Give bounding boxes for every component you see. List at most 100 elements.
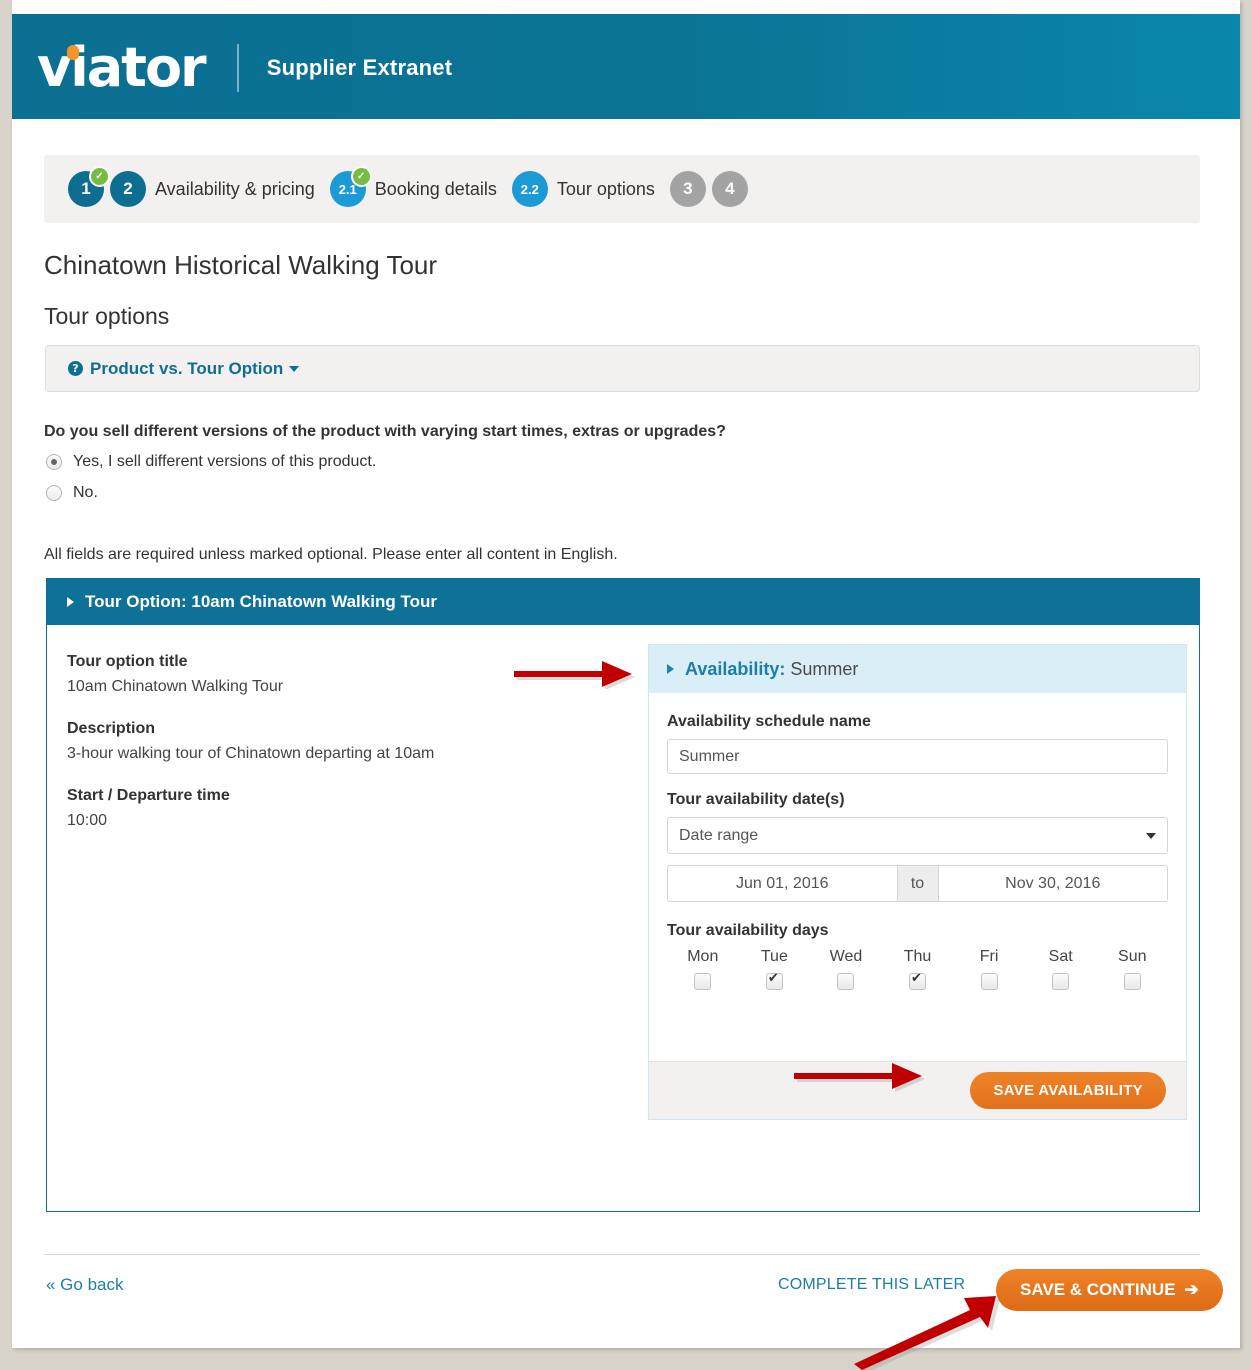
- radio-option-no[interactable]: No.: [46, 484, 98, 502]
- day-label-sat: Sat: [1048, 948, 1073, 965]
- availability-footer: SAVE AVAILABILITY: [649, 1061, 1186, 1119]
- save-and-continue-button[interactable]: SAVE & CONTINUE ➔: [996, 1269, 1223, 1311]
- step-2[interactable]: 2 Availability & pricing: [110, 171, 324, 207]
- day-checkbox-wed[interactable]: [837, 973, 855, 990]
- help-panel: ? Product vs. Tour Option: [45, 345, 1200, 392]
- day-label-sun: Sun: [1118, 948, 1147, 965]
- step-2-1-badge: 2.1 ✓: [329, 166, 372, 207]
- radio-yes-label: Yes, I sell different versions of this p…: [73, 453, 377, 470]
- step-2-2[interactable]: 2.2 Tour options: [511, 171, 664, 207]
- go-back-link[interactable]: « Go back: [46, 1275, 124, 1295]
- availability-days-label: Tour availability days: [667, 922, 829, 939]
- step-2-2-badge: 2.2: [511, 171, 548, 207]
- triangle-right-icon: [667, 664, 674, 674]
- step-4-badge: 4: [711, 171, 748, 207]
- required-fields-note: All fields are required unless marked op…: [44, 546, 618, 563]
- save-and-continue-label: SAVE & CONTINUE: [1020, 1280, 1176, 1299]
- help-link-label: Product vs. Tour Option: [90, 358, 284, 378]
- date-until-value: Nov 30, 2016: [1005, 874, 1101, 892]
- logo-dot-icon: [67, 45, 79, 60]
- radio-no-mark[interactable]: [46, 485, 62, 501]
- product-title: Chinatown Historical Walking Tour: [44, 250, 438, 280]
- availability-dates-select-wrap: Date range: [667, 817, 1168, 854]
- radio-yes-mark[interactable]: [46, 454, 62, 470]
- app-header: viator Supplier Extranet: [12, 14, 1240, 119]
- step-2-1[interactable]: 2.1 ✓ Booking details: [329, 166, 506, 207]
- step-4[interactable]: 4: [711, 171, 748, 207]
- brand-subtitle: Supplier Extranet: [266, 55, 453, 80]
- date-range-row: Jun 01, 2016 to Nov 30, 2016: [667, 865, 1168, 902]
- step-2-2-label: Tour options: [556, 178, 655, 199]
- day-col-sun: Sun: [1096, 948, 1168, 990]
- triangle-right-icon: [67, 597, 74, 607]
- versions-question: Do you sell different versions of the pr…: [44, 423, 726, 440]
- schedule-name-input[interactable]: [667, 739, 1168, 774]
- tour-option-header-name: 10am Chinatown Walking Tour: [191, 592, 437, 611]
- availability-dates-selected-value: Date range: [679, 826, 759, 844]
- tour-option-details: Tour option title 10am Chinatown Walking…: [47, 653, 627, 854]
- step-3-number: 3: [683, 179, 693, 198]
- day-col-fri: Fri: [953, 948, 1025, 990]
- day-checkbox-mon[interactable]: [694, 973, 712, 990]
- step-2-label: Availability & pricing: [155, 178, 315, 199]
- description-value: 3-hour walking tour of Chinatown departi…: [67, 745, 435, 762]
- footer-divider: [44, 1254, 1200, 1255]
- question-mark-icon: ?: [68, 361, 83, 376]
- day-col-sat: Sat: [1025, 948, 1097, 990]
- save-availability-button[interactable]: SAVE AVAILABILITY: [970, 1072, 1166, 1109]
- step-3-badge: 3: [669, 171, 706, 207]
- availability-panel: Availability: Summer Availability schedu…: [648, 644, 1187, 1120]
- step-1-badge: 1 ✓: [68, 166, 110, 207]
- brand: viator Supplier Extranet: [37, 38, 452, 98]
- date-from-input[interactable]: Jun 01, 2016: [667, 865, 897, 902]
- tour-option-header-label: Tour Option: 10am Chinatown Walking Tour: [85, 592, 437, 612]
- availability-header-label: Availability: Summer: [685, 659, 858, 680]
- availability-panel-header[interactable]: Availability: Summer: [649, 645, 1186, 693]
- day-checkbox-fri[interactable]: [980, 973, 998, 990]
- day-checkbox-sat[interactable]: [1052, 973, 1070, 990]
- day-checkbox-thu[interactable]: [909, 971, 927, 990]
- day-label-thu: Thu: [903, 948, 932, 965]
- tour-option-panel: Tour Option: 10am Chinatown Walking Tour…: [46, 578, 1200, 1212]
- date-range-separator: to: [896, 865, 939, 902]
- day-label-tue: Tue: [760, 948, 788, 965]
- availability-days-grid: Mon Tue Wed Thu Fri: [667, 948, 1168, 990]
- date-until-input[interactable]: Nov 30, 2016: [938, 865, 1168, 902]
- product-vs-tour-option-toggle[interactable]: ? Product vs. Tour Option: [68, 358, 300, 379]
- day-col-wed: Wed: [810, 948, 882, 990]
- day-label-fri: Fri: [979, 948, 999, 965]
- radio-no-label: No.: [73, 484, 98, 501]
- step-2-1-label: Booking details: [374, 178, 497, 199]
- step-2-2-number: 2.2: [520, 181, 539, 197]
- tour-option-title-value: 10am Chinatown Walking Tour: [67, 678, 284, 695]
- day-col-thu: Thu: [882, 948, 954, 990]
- availability-header-value: Summer: [790, 658, 859, 679]
- day-label-wed: Wed: [829, 948, 863, 965]
- radio-option-yes[interactable]: Yes, I sell different versions of this p…: [46, 453, 376, 471]
- step-1-check-icon: ✓: [89, 166, 110, 187]
- complete-this-later-link[interactable]: COMPLETE THIS LATER: [778, 1276, 965, 1294]
- date-range-separator-label: to: [910, 874, 925, 892]
- step-2-number: 2: [123, 179, 133, 198]
- day-col-mon: Mon: [667, 948, 739, 990]
- availability-form: Availability schedule name Tour availabi…: [649, 693, 1186, 990]
- tour-option-header-prefix: Tour Option:: [85, 592, 187, 611]
- viator-logo[interactable]: viator: [37, 39, 207, 97]
- chevron-down-icon: [1146, 833, 1156, 839]
- day-checkbox-sun[interactable]: [1123, 973, 1141, 990]
- step-3[interactable]: 3: [669, 171, 706, 207]
- description-label: Description: [67, 720, 156, 737]
- availability-dates-label: Tour availability date(s): [667, 791, 845, 808]
- chevron-down-icon: [289, 365, 300, 372]
- availability-dates-select[interactable]: Date range: [667, 817, 1168, 854]
- start-time-label: Start / Departure time: [67, 787, 230, 804]
- arrow-right-icon: ➔: [1184, 1280, 1199, 1299]
- page-title: Tour options: [44, 303, 170, 329]
- day-checkbox-tue[interactable]: [765, 971, 783, 990]
- schedule-name-label: Availability schedule name: [667, 713, 871, 730]
- tour-option-panel-header[interactable]: Tour Option: 10am Chinatown Walking Tour: [47, 579, 1199, 625]
- step-4-number: 4: [725, 179, 735, 198]
- step-progress-bar: 1 ✓ 2 Availability & pricing 2.1 ✓ Booki…: [44, 155, 1200, 223]
- step-1[interactable]: 1 ✓: [68, 166, 110, 207]
- step-2-badge: 2: [110, 171, 146, 207]
